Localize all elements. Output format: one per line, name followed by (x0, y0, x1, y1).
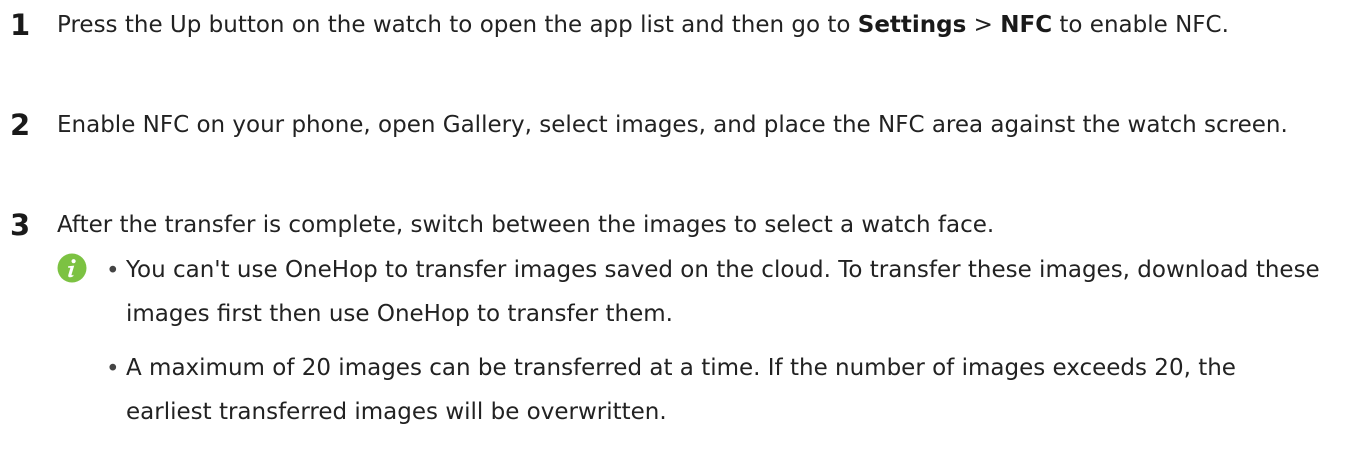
step-text-part: to enable NFC. (1052, 12, 1229, 38)
bullet-point: • (106, 258, 120, 284)
step-text-part: Press the Up button on the watch to open… (57, 12, 858, 38)
note-text: You can't use OneHop to transfer images … (126, 257, 1320, 327)
note-text: A maximum of 20 images can be transferre… (126, 355, 1236, 425)
step-text: Press the Up button on the watch to open… (57, 6, 1342, 44)
menu-separator: > (966, 12, 1001, 38)
step-number: 1 (10, 8, 31, 42)
nfc-menu-label: NFC (1000, 12, 1053, 38)
info-icon (57, 253, 87, 283)
step-number: 3 (10, 208, 31, 242)
instruction-document: 1 Press the Up button on the watch to op… (0, 0, 1349, 459)
settings-menu-label: Settings (857, 12, 967, 38)
step-number: 2 (10, 108, 31, 142)
step-text: Enable NFC on your phone, open Gallery, … (57, 112, 1288, 138)
step-text: After the transfer is complete, switch b… (57, 212, 995, 238)
bullet-point: • (106, 356, 120, 382)
